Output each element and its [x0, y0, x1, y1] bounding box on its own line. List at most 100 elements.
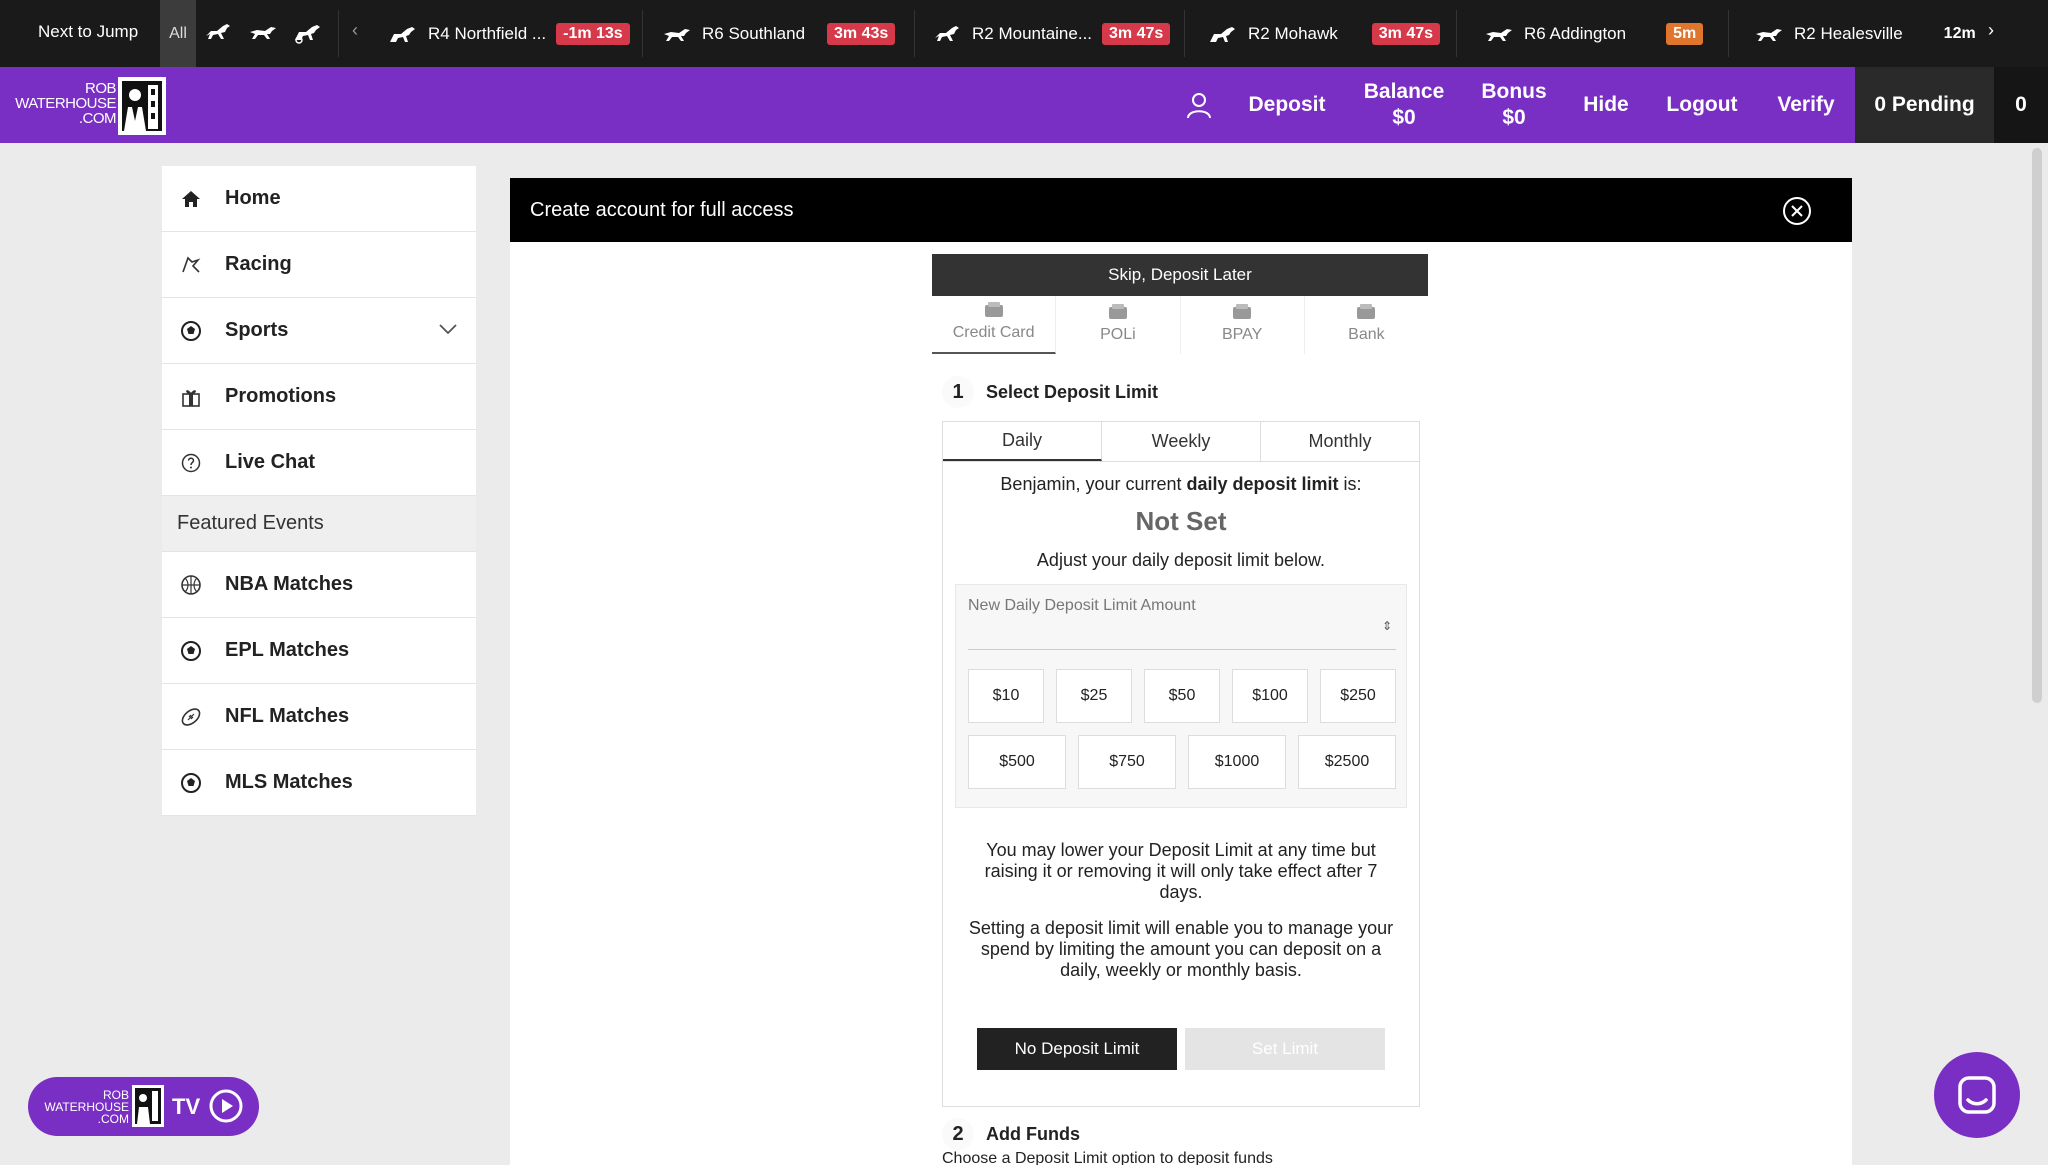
amount-500-button[interactable]: $500	[968, 735, 1066, 789]
limit-amount-input[interactable]	[968, 649, 1396, 650]
tab-credit-card[interactable]: Credit Card	[932, 296, 1057, 354]
sidebar-item-nba[interactable]: NBA Matches	[162, 552, 476, 618]
chevron-down-icon[interactable]	[438, 322, 458, 336]
play-icon[interactable]	[208, 1088, 244, 1124]
race-countdown: 12m	[1943, 24, 1976, 42]
user-icon[interactable]	[1186, 91, 1212, 119]
greyhound-icon	[1486, 28, 1512, 41]
sidebar-item-home[interactable]: Home	[162, 166, 476, 232]
hide-button[interactable]: Hide	[1574, 67, 1638, 143]
amount-250-button[interactable]: $250	[1320, 669, 1396, 723]
page-scrollbar[interactable]	[2032, 148, 2042, 703]
harness-icon	[390, 26, 415, 42]
race-item[interactable]: R2 Mountaine... 3m 47s	[932, 0, 1171, 67]
balance-display[interactable]: Balance $0	[1356, 67, 1452, 143]
sidebar-item-label: Sports	[225, 319, 289, 341]
race-countdown: 3m 47s	[1102, 22, 1171, 45]
bonus-display[interactable]: Bonus $0	[1474, 67, 1554, 143]
sidebar-item-label: Home	[225, 187, 281, 209]
soccer-ball-icon	[181, 321, 201, 341]
current-limit-type: daily deposit limit	[1186, 474, 1339, 494]
amount-100-button[interactable]: $100	[1232, 669, 1308, 723]
sidebar-item-nfl[interactable]: NFL Matches	[162, 684, 476, 750]
tab-label: Bank	[1348, 326, 1385, 343]
chat-launcher-button[interactable]	[1934, 1052, 2020, 1138]
greyhound-icon	[664, 28, 690, 41]
next-to-jump-bar: Next to Jump All ‹ R4 Northfield ... -1m…	[0, 0, 2048, 67]
race-item[interactable]: R4 Northfield ... -1m 13s	[388, 0, 630, 67]
home-icon	[182, 191, 200, 207]
chevron-left-icon[interactable]: ‹	[352, 20, 358, 41]
football-icon	[181, 708, 201, 726]
filter-all-button[interactable]: All	[160, 0, 196, 67]
verify-button[interactable]: Verify	[1768, 67, 1844, 143]
amount-2500-button[interactable]: $2500	[1298, 735, 1396, 789]
pending-bets-button[interactable]: 0 Pending	[1855, 67, 1994, 143]
wallet-icon	[1108, 304, 1127, 319]
tab-bank[interactable]: Bank	[1305, 296, 1428, 354]
horse-filter-icon[interactable]	[203, 20, 233, 44]
logo-text-com: .COM	[78, 110, 117, 127]
tab-poli[interactable]: POLi	[1056, 296, 1181, 354]
race-countdown: -1m 13s	[556, 22, 630, 45]
current-limit-text: Benjamin, your current daily deposit lim…	[943, 474, 1419, 495]
amount-1000-button[interactable]: $1000	[1188, 735, 1286, 789]
tab-weekly[interactable]: Weekly	[1102, 422, 1261, 461]
banner-text: Create account for full access	[530, 198, 794, 221]
stepper-icon[interactable]: ⇕	[1382, 619, 1392, 633]
race-venue: R4 Northfield ...	[428, 23, 547, 43]
add-funds-hint: Choose a Deposit Limit option to deposit…	[942, 1150, 1273, 1165]
limit-info-text: Setting a deposit limit will enable you …	[968, 918, 1394, 980]
race-item[interactable]: R2 Healesville 12m	[1754, 0, 1983, 67]
no-deposit-limit-button[interactable]: No Deposit Limit	[977, 1028, 1177, 1070]
tab-monthly[interactable]: Monthly	[1261, 422, 1419, 461]
race-item[interactable]: R2 Mohawk 3m 47s	[1208, 0, 1441, 67]
current-suffix: is:	[1338, 474, 1362, 494]
chevron-right-icon[interactable]: ›	[1988, 20, 1994, 41]
chat-icon	[1958, 1076, 1996, 1114]
race-venue: R2 Mohawk	[1248, 23, 1338, 43]
site-logo[interactable]: ROB WATERHOUSE .COM	[15, 77, 166, 135]
amount-25-button[interactable]: $25	[1056, 669, 1132, 723]
deposit-button[interactable]: Deposit	[1238, 67, 1336, 143]
step-1-heading: 1 Select Deposit Limit	[942, 376, 1158, 408]
soccer-ball-icon	[181, 641, 201, 661]
sidebar-item-mls[interactable]: MLS Matches	[162, 750, 476, 816]
harness-filter-icon[interactable]	[293, 20, 323, 44]
step-title: Select Deposit Limit	[986, 381, 1159, 402]
bonus-value: $0	[1502, 106, 1526, 129]
wallet-icon	[1233, 304, 1252, 319]
sidebar-item-promotions[interactable]: Promotions	[162, 364, 476, 430]
logout-button[interactable]: Logout	[1660, 67, 1744, 143]
sidebar: Home Racing Sports Promotions Live Chat …	[162, 166, 476, 816]
tab-bpay[interactable]: BPAY	[1181, 296, 1305, 354]
sidebar-item-sports[interactable]: Sports	[162, 298, 476, 364]
logo-figure-icon	[118, 77, 166, 135]
deposit-limit-box: Daily Weekly Monthly Benjamin, your curr…	[942, 421, 1420, 1107]
set-limit-button[interactable]: Set Limit	[1185, 1028, 1385, 1070]
tab-daily[interactable]: Daily	[943, 422, 1102, 461]
step-number: 1	[942, 376, 974, 408]
amount-10-button[interactable]: $10	[968, 669, 1044, 723]
sidebar-item-racing[interactable]: Racing	[162, 232, 476, 298]
sidebar-item-live-chat[interactable]: Live Chat	[162, 430, 476, 496]
current-limit-value: Not Set	[1135, 506, 1227, 536]
close-icon[interactable]	[1782, 196, 1812, 226]
race-item[interactable]: R6 Addington 5m	[1484, 0, 1704, 67]
sidebar-item-label: Racing	[225, 253, 292, 275]
race-item[interactable]: R6 Southland 3m 43s	[662, 0, 896, 67]
race-venue: R2 Healesville	[1794, 23, 1903, 43]
basketball-icon	[181, 575, 201, 595]
betslip-count-button[interactable]: 0	[1994, 67, 2048, 143]
gift-icon	[182, 390, 200, 407]
tv-widget[interactable]: ROB WATERHOUSE .COM TV	[28, 1077, 259, 1136]
greyhound-filter-icon[interactable]	[248, 20, 278, 44]
sidebar-item-label: MLS Matches	[225, 771, 353, 793]
amount-50-button[interactable]: $50	[1144, 669, 1220, 723]
balance-value: $0	[1392, 106, 1416, 129]
sidebar-item-epl[interactable]: EPL Matches	[162, 618, 476, 684]
limit-period-tabs: Daily Weekly Monthly	[943, 422, 1419, 462]
amount-750-button[interactable]: $750	[1078, 735, 1176, 789]
tab-label: Credit Card	[952, 324, 1035, 341]
skip-deposit-button[interactable]: Skip, Deposit Later	[932, 254, 1428, 296]
